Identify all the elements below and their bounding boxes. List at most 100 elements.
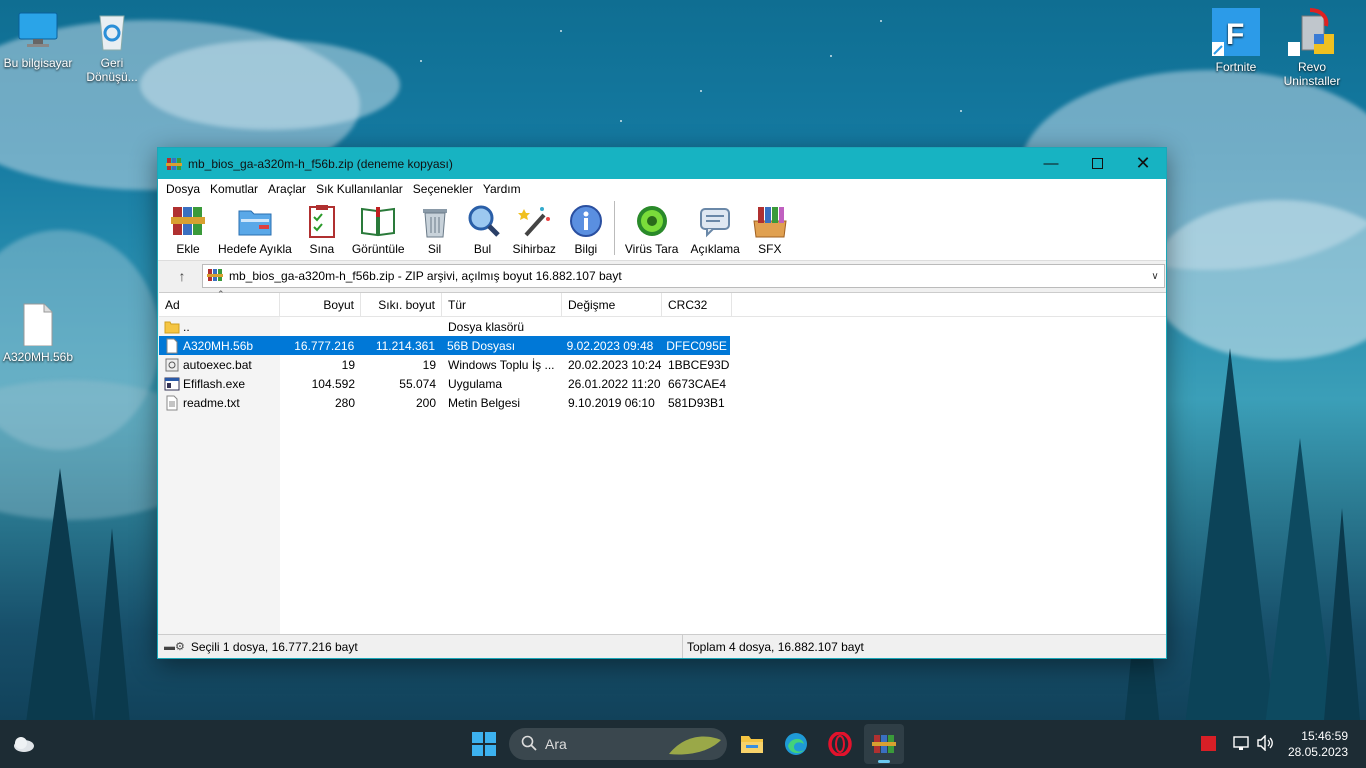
archive-add-icon: [170, 203, 206, 239]
find-button[interactable]: Bul: [459, 203, 507, 256]
info-button[interactable]: Bilgi: [562, 203, 610, 256]
table-row-selected[interactable]: A320MH.56b 16.777.216 11.214.361 56B Dos…: [159, 336, 730, 355]
view-book-icon: [360, 203, 396, 239]
taskbar-winrar[interactable]: [864, 724, 904, 764]
search-placeholder: Ara: [545, 736, 567, 752]
arrow-up-icon: ↑: [178, 268, 186, 284]
taskbar-edge[interactable]: [784, 732, 808, 759]
file-icon: [16, 302, 60, 347]
folder-icon: [164, 319, 180, 335]
file-list[interactable]: Ad Boyut Sıkı. boyut Tür Değişme CRC32 ⌃…: [159, 289, 1166, 634]
winrar-archive-icon: [207, 267, 223, 286]
minimize-button[interactable]: —: [1028, 148, 1074, 179]
menu-sik-kullanilanlar[interactable]: Sık Kullanılanlar: [311, 182, 408, 196]
windows-logo-icon: [472, 732, 496, 756]
column-header-type[interactable]: Tür: [442, 293, 562, 317]
file-icon: [164, 338, 180, 354]
taskbar-search[interactable]: Ara: [509, 728, 727, 760]
sfx-box-icon: [752, 203, 788, 239]
extract-to-button[interactable]: Hedefe Ayıkla: [212, 203, 298, 256]
comment-icon: [697, 203, 733, 239]
status-total: Toplam 4 dosya, 16.882.107 bayt: [687, 639, 864, 654]
recycle-bin-icon: [90, 8, 134, 52]
maximize-icon: [1091, 158, 1103, 169]
batch-file-icon: [164, 357, 180, 373]
table-row[interactable]: autoexec.bat 19 19 Windows Toplu İş ... …: [159, 355, 1166, 374]
winrar-app-icon: [166, 156, 182, 172]
search-icon: [521, 735, 537, 754]
status-bar: ▬⚙ Seçili 1 dosya, 16.777.216 bayt Topla…: [158, 634, 1166, 658]
chevron-down-icon[interactable]: ∨: [1146, 271, 1164, 282]
test-clipboard-icon: [304, 203, 340, 239]
menu-bar: Dosya Komutlar Araçlar Sık Kullanılanlar…: [158, 179, 1166, 199]
computer-icon: [16, 8, 60, 52]
address-bar: ↑ mb_bios_ga-a320m-h_f56b.zip - ZIP arşi…: [158, 261, 1166, 291]
virus-scan-button[interactable]: Virüs Tara: [619, 203, 685, 256]
test-button[interactable]: Sına: [298, 203, 346, 256]
clock-time: 15:46:59: [1301, 729, 1348, 743]
search-highlight-icon: [667, 732, 723, 759]
archive-path-field[interactable]: mb_bios_ga-a320m-h_f56b.zip - ZIP arşivi…: [202, 264, 1165, 288]
volume-icon[interactable]: [1256, 734, 1274, 754]
status-selection: Seçili 1 dosya, 16.777.216 bayt: [190, 639, 358, 654]
virus-scan-icon: [634, 203, 670, 239]
column-header-packed-size[interactable]: Sıkı. boyut: [361, 293, 442, 317]
file-explorer-icon: [741, 736, 763, 753]
archive-path-text: mb_bios_ga-a320m-h_f56b.zip - ZIP arşivi…: [229, 269, 622, 283]
fortnite-icon: F: [1212, 8, 1260, 56]
menu-dosya[interactable]: Dosya: [161, 182, 205, 196]
exe-file-icon: [164, 376, 180, 392]
view-button[interactable]: Görüntüle: [346, 203, 411, 256]
wizard-button[interactable]: Sihirbaz: [507, 203, 562, 256]
column-header-row: Ad Boyut Sıkı. boyut Tür Değişme CRC32 ⌃: [159, 289, 1166, 317]
network-icon[interactable]: [1232, 735, 1250, 754]
info-icon: [568, 203, 604, 239]
add-button[interactable]: Ekle: [164, 203, 212, 256]
comment-button[interactable]: Açıklama: [684, 203, 745, 256]
extract-folder-icon: [237, 203, 273, 239]
edge-browser-icon: [785, 733, 807, 755]
taskbar-file-explorer[interactable]: [740, 732, 764, 759]
clock-date: 28.05.2023: [1287, 745, 1348, 759]
toolbar: Ekle Hedefe Ayıkla Sına Görüntüle Sil Bu…: [158, 199, 1166, 261]
opera-browser-icon: [828, 731, 852, 757]
maximize-button[interactable]: [1074, 148, 1120, 179]
table-row[interactable]: Efiflash.exe 104.592 55.074 Uygulama 26.…: [159, 374, 1166, 393]
close-button[interactable]: ✕: [1120, 148, 1166, 179]
toolbar-separator: [613, 200, 615, 255]
table-row[interactable]: .. Dosya klasörü: [159, 317, 1166, 336]
active-indicator: [878, 760, 890, 763]
sfx-button[interactable]: SFX: [746, 203, 794, 256]
menu-araclar[interactable]: Araçlar: [263, 182, 311, 196]
desktop-icon-a320mh[interactable]: A320MH.56b: [0, 302, 76, 364]
taskbar-opera[interactable]: [828, 731, 852, 759]
wizard-wand-icon: [516, 203, 552, 239]
table-row[interactable]: readme.txt 280 200 Metin Belgesi 9.10.20…: [159, 393, 1166, 412]
column-header-modified[interactable]: Değişme: [562, 293, 662, 317]
clock[interactable]: 15:46:59 28.05.2023: [1288, 728, 1348, 760]
revo-uninstaller-icon: [1288, 8, 1336, 56]
taskbar: Ara 15:46:59 28.05.2023: [0, 720, 1366, 768]
delete-button[interactable]: Sil: [411, 203, 459, 256]
window-title: mb_bios_ga-a320m-h_f56b.zip (deneme kopy…: [188, 156, 453, 171]
svg-text:F: F: [1226, 18, 1244, 51]
menu-secenekler[interactable]: Seçenekler: [408, 182, 478, 196]
drive-key-icon: ▬⚙: [164, 641, 185, 653]
trash-icon: [417, 203, 453, 239]
desktop-icon-fortnite[interactable]: F Fortnite: [1198, 8, 1274, 74]
title-bar[interactable]: mb_bios_ga-a320m-h_f56b.zip (deneme kopy…: [158, 148, 1166, 179]
weather-icon[interactable]: [12, 734, 36, 757]
menu-yardim[interactable]: Yardım: [478, 182, 526, 196]
desktop-icon-this-pc[interactable]: Bu bilgisayar: [0, 8, 76, 70]
column-header-crc32[interactable]: CRC32: [662, 293, 732, 317]
desktop-icon-recycle-bin[interactable]: Geri Dönüşü...: [74, 8, 150, 84]
amd-tray-icon[interactable]: [1201, 736, 1216, 751]
start-button[interactable]: [472, 732, 496, 759]
minimize-icon: —: [1043, 155, 1059, 172]
up-folder-button[interactable]: ↑: [162, 268, 202, 284]
close-icon: ✕: [1135, 153, 1151, 173]
column-header-size[interactable]: Boyut: [280, 293, 361, 317]
menu-komutlar[interactable]: Komutlar: [205, 182, 263, 196]
desktop-icon-revo-uninstaller[interactable]: Revo Uninstaller: [1274, 8, 1350, 88]
winrar-icon: [872, 735, 896, 753]
